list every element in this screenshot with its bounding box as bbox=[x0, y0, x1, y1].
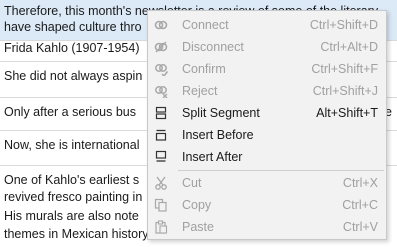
menu-item-label: Cut bbox=[182, 176, 202, 190]
segment-text: have shaped culture thro bbox=[4, 20, 142, 34]
copy-icon bbox=[154, 198, 167, 212]
menu-item-label: Confirm bbox=[182, 62, 226, 76]
menu-item-shortcut: Alt+Shift+T bbox=[316, 106, 378, 120]
menu-item-confirm[interactable]: Confirm Ctrl+Shift+F bbox=[148, 58, 386, 80]
menu-item-connect[interactable]: Connect Ctrl+Shift+D bbox=[148, 14, 386, 36]
menu-item-label: Reject bbox=[182, 84, 218, 98]
menu-item-label: Insert After bbox=[182, 150, 243, 164]
menu-separator bbox=[178, 170, 384, 171]
menu-item-shortcut: Ctrl+Shift+D bbox=[309, 18, 378, 32]
insert-after-icon bbox=[155, 150, 167, 162]
link-icon bbox=[154, 20, 168, 30]
segment-text: One of Kahlo's earliest s bbox=[4, 173, 140, 187]
menu-item-label: Split Segment bbox=[182, 106, 260, 120]
menu-item-disconnect[interactable]: Disconnect Ctrl+Alt+D bbox=[148, 36, 386, 58]
menu-item-paste[interactable]: Paste Ctrl+V bbox=[148, 216, 386, 238]
segment-text: His murals are also note bbox=[4, 209, 139, 223]
menu-item-split-segment[interactable]: Split Segment Alt+Shift+T bbox=[148, 102, 386, 124]
menu-item-copy[interactable]: Copy Ctrl+C bbox=[148, 194, 386, 216]
menu-item-shortcut: Ctrl+C bbox=[342, 198, 378, 212]
scissors-icon bbox=[155, 176, 167, 190]
segment-text: Only after a serious bus bbox=[4, 105, 137, 119]
unlink-icon bbox=[154, 41, 168, 53]
segment-text: revived fresco painting in bbox=[4, 190, 143, 204]
menu-item-shortcut: Ctrl+X bbox=[342, 176, 378, 190]
segment-text: Frida Kahlo (1907-1954) bbox=[4, 41, 140, 55]
menu-item-reject[interactable]: Reject Ctrl+Shift+J bbox=[148, 80, 386, 102]
menu-item-shortcut: Ctrl+Shift+J bbox=[312, 84, 378, 98]
segment-text: She did not always aspin bbox=[4, 69, 143, 83]
menu-item-insert-before[interactable]: Insert Before bbox=[148, 124, 386, 146]
reject-link-icon bbox=[155, 86, 168, 98]
insert-before-icon bbox=[155, 129, 167, 141]
menu-item-label: Connect bbox=[182, 18, 229, 32]
menu-item-label: Paste bbox=[182, 220, 214, 234]
paste-icon bbox=[155, 220, 168, 234]
split-segment-icon bbox=[155, 106, 167, 120]
menu-item-shortcut: Ctrl+Alt+D bbox=[320, 40, 378, 54]
menu-item-label: Disconnect bbox=[182, 40, 244, 54]
menu-item-insert-after[interactable]: Insert After bbox=[148, 146, 386, 168]
menu-item-label: Copy bbox=[182, 198, 212, 212]
menu-item-label: Insert Before bbox=[182, 128, 254, 142]
menu-item-shortcut: Ctrl+Shift+F bbox=[311, 62, 378, 76]
context-menu: Connect Ctrl+Shift+D Disconnect Ctrl+Alt… bbox=[147, 10, 387, 240]
menu-item-cut[interactable]: Cut Ctrl+X bbox=[148, 172, 386, 194]
menu-item-shortcut: Ctrl+V bbox=[342, 220, 378, 234]
segment-text: themes in Mexican history bbox=[4, 227, 149, 241]
confirm-link-icon bbox=[155, 64, 168, 76]
segment-text: Now, she is international bbox=[4, 138, 140, 152]
